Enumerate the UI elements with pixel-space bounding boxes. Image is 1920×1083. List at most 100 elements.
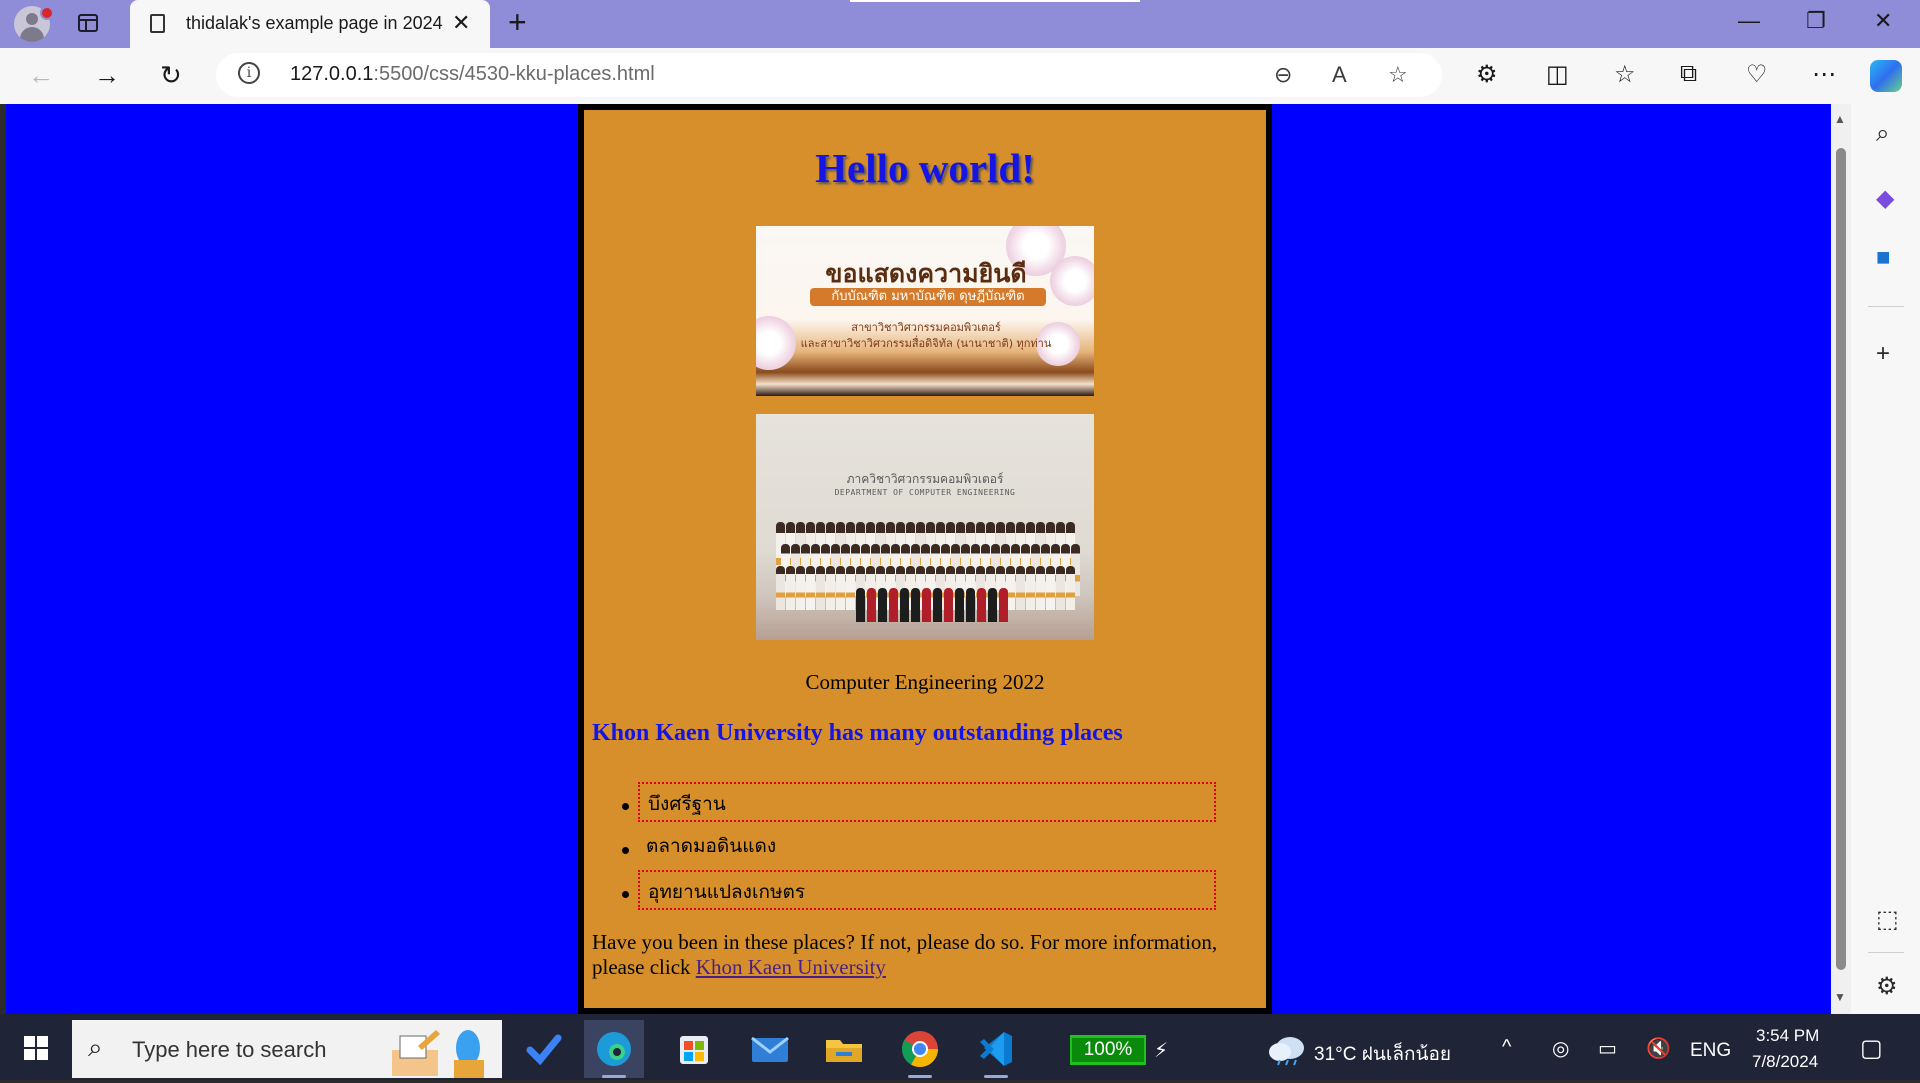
taskbar-mail-app[interactable] (740, 1020, 800, 1078)
meet-now-icon[interactable]: ◎ (1552, 1036, 1569, 1061)
favorites-icon[interactable]: ☆ (1614, 60, 1636, 89)
graduate-figure (1026, 566, 1035, 610)
banner-line-4: และสาขาวิชาวิศวกรรมสื่อดิจิทัล (นานาชาติ… (800, 337, 1052, 350)
graduate-figure (1066, 566, 1075, 610)
tab-active[interactable]: thidalak's example page in 2024 ✕ (130, 0, 490, 48)
back-icon[interactable]: ← (28, 60, 54, 90)
banner-line-2: กับบัณฑิต มหาบัณฑิต ดุษฎีบัณฑิต (831, 289, 1025, 304)
seated-figure (955, 588, 964, 622)
sidebar-divider (1868, 306, 1904, 307)
list-bullet (622, 847, 629, 854)
graduate-figure (1016, 566, 1025, 610)
list-bullet (622, 891, 629, 898)
taskbar-vscode-app[interactable] (966, 1020, 1026, 1078)
tab-close-icon[interactable]: ✕ (452, 10, 470, 36)
kku-link[interactable]: Khon Kaen University (696, 955, 886, 979)
copilot-sidebar-icon[interactable]: ◆ (1876, 184, 1894, 213)
graduate-figure (1046, 566, 1055, 610)
notification-center-icon[interactable]: ▢ (1860, 1034, 1883, 1063)
graduate-figure (826, 566, 835, 610)
charging-plug-icon: ⚡ (1154, 1040, 1169, 1062)
scroll-thumb[interactable] (1836, 148, 1846, 970)
seated-figure (944, 588, 953, 622)
screenshot-icon[interactable]: ⬚ (1876, 905, 1899, 934)
notification-dot (40, 6, 54, 20)
scroll-down-icon[interactable]: ▼ (1834, 990, 1846, 1004)
seated-figure (867, 588, 876, 622)
taskbar: ⌕ Type here to search (0, 1014, 1920, 1080)
seated-figure (933, 588, 942, 622)
tab-title: thidalak's example page in 2024 (186, 13, 443, 33)
tab-actions-icon[interactable] (78, 14, 98, 32)
graduate-figure (796, 566, 805, 610)
graduation-group-photo: ภาควิชาวิศวกรรมคอมพิวเตอร์ DEPARTMENT OF… (756, 414, 1094, 640)
list-item: บึงศรีฐาน (638, 782, 1216, 822)
outlook-icon[interactable]: ■ (1876, 244, 1891, 272)
show-hidden-icons-chevron-icon[interactable]: ^ (1502, 1036, 1511, 1059)
content-container: Hello world! ขอแสดงความยินดี กับบัณฑิต ม… (578, 104, 1272, 1014)
clock-time[interactable]: 3:54 PM (1756, 1026, 1819, 1046)
taskbar-search-box[interactable]: ⌕ Type here to search (72, 1020, 502, 1078)
photo-sign-thai: ภาควิชาวิศวกรรมคอมพิวเตอร์ (846, 472, 1004, 486)
page-viewport: Hello world! ขอแสดงความยินดี กับบัณฑิต ม… (6, 104, 1831, 1014)
taskbar-edge-app[interactable] (584, 1020, 644, 1078)
drag-region (850, 0, 1140, 2)
add-sidebar-app-icon[interactable]: + (1876, 340, 1890, 368)
more-options-icon[interactable]: ⋯ (1812, 60, 1836, 89)
split-screen-icon[interactable]: ◫ (1546, 60, 1569, 89)
taskbar-file-explorer-app[interactable] (814, 1020, 874, 1078)
sidebar-divider (1868, 952, 1904, 953)
edge-sidebar (1851, 104, 1920, 1014)
taskbar-store-app[interactable] (664, 1020, 724, 1078)
banner-line-3: สาขาวิชาวิศวกรรมคอมพิวเตอร์ (851, 321, 1001, 334)
search-icon: ⌕ (88, 1032, 103, 1062)
seated-figure (999, 588, 1008, 622)
seated-figure (856, 588, 865, 622)
collections-icon[interactable]: ⧉ (1680, 60, 1697, 88)
seated-figure (911, 588, 920, 622)
seated-figure (977, 588, 986, 622)
photo-sign-english: DEPARTMENT OF COMPUTER ENGINEERING (834, 488, 1016, 497)
zoom-out-icon[interactable]: ⊖ (1274, 62, 1292, 88)
places-subheading: Khon Kaen University has many outstandin… (592, 720, 1123, 746)
search-highlight-illustration (392, 1030, 484, 1078)
graduate-figure (816, 566, 825, 610)
taskbar-todo-app[interactable] (514, 1020, 574, 1078)
seated-figure (966, 588, 975, 622)
browser-essentials-icon[interactable]: ♡ (1746, 60, 1768, 89)
clock-date[interactable]: 7/8/2024 (1752, 1052, 1818, 1072)
new-tab-icon[interactable]: + (508, 4, 527, 41)
close-window-icon[interactable]: ✕ (1874, 8, 1892, 34)
favorite-star-icon[interactable]: ☆ (1388, 62, 1408, 88)
settings-gear-icon[interactable]: ⚙ (1876, 972, 1898, 1001)
image-caption: Computer Engineering 2022 (805, 670, 1045, 694)
list-bullet (622, 803, 629, 810)
address-bar[interactable]: i 127.0.0.1:5500/css/4530-kku-places.htm… (216, 53, 1442, 97)
seated-figure (889, 588, 898, 622)
restore-icon[interactable]: ❐ (1806, 8, 1826, 34)
copilot-icon[interactable] (1870, 60, 1902, 92)
site-info-icon[interactable]: i (238, 62, 260, 84)
weather-text[interactable]: 31°C ฝนเล็กน้อย (1314, 1039, 1451, 1069)
volume-muted-icon[interactable]: 🔇 (1646, 1036, 1671, 1061)
language-indicator[interactable]: ENG (1690, 1040, 1731, 1062)
graduate-figure (836, 566, 845, 610)
seated-figure (878, 588, 887, 622)
battery-icon[interactable]: ▭ (1598, 1036, 1617, 1061)
read-aloud-icon[interactable]: A (1332, 62, 1347, 88)
battery-percent: 100% (1072, 1038, 1144, 1062)
refresh-icon[interactable]: ↻ (160, 60, 182, 90)
weather-cloud-icon[interactable] (1266, 1032, 1310, 1066)
list-item: อุทยานแปลงเกษตร (638, 870, 1216, 910)
scroll-up-icon[interactable]: ▲ (1834, 112, 1846, 126)
search-icon[interactable]: ⌕ (1876, 120, 1889, 148)
url-text[interactable]: 127.0.0.1:5500/css/4530-kku-places.html (290, 63, 655, 86)
search-placeholder: Type here to search (132, 1037, 327, 1062)
graduate-figure (806, 566, 815, 610)
windows-start-icon[interactable] (24, 1036, 48, 1060)
taskbar-chrome-app[interactable] (890, 1020, 950, 1078)
paragraph-text: Have you been in these places? If not, p… (592, 930, 1218, 979)
minimize-icon[interactable]: — (1738, 8, 1760, 34)
forward-icon[interactable]: → (94, 60, 120, 90)
extensions-icon[interactable]: ⚙ (1476, 60, 1498, 89)
